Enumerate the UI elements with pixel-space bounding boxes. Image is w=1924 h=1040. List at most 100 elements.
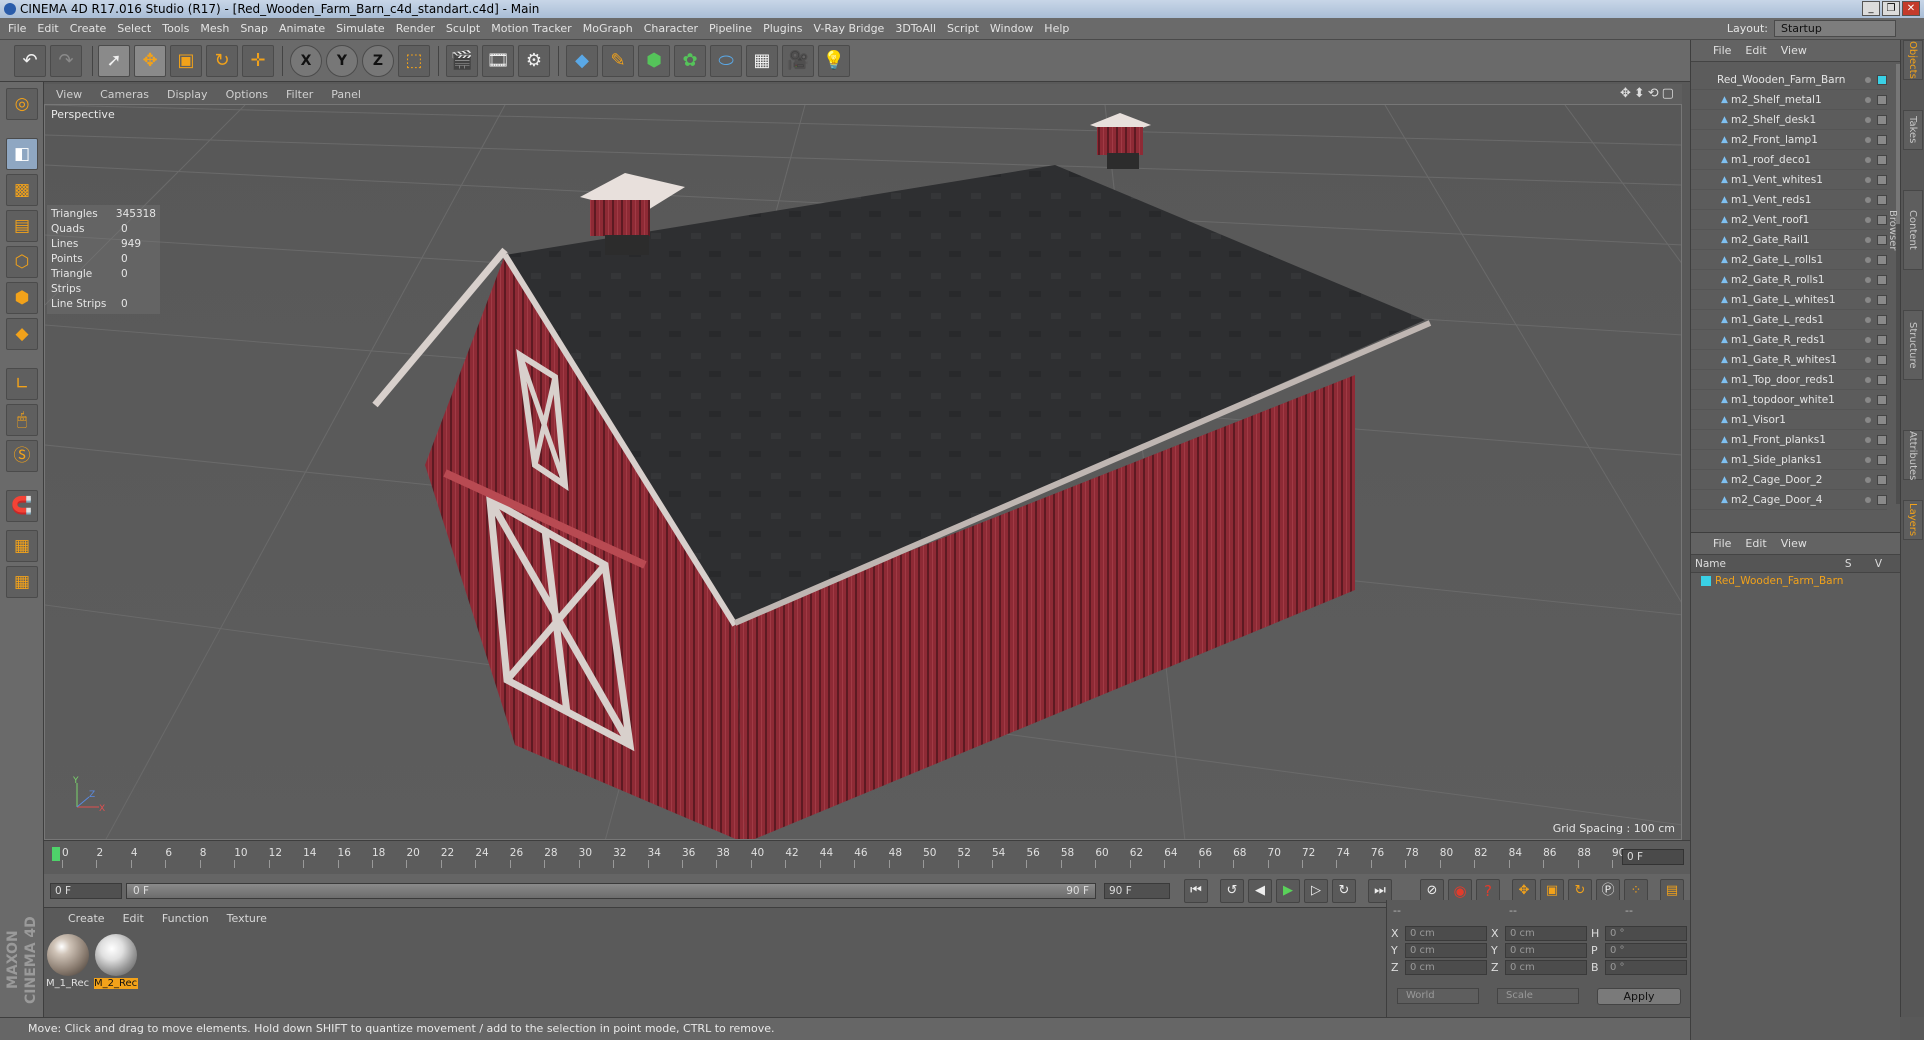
layout-dropdown[interactable]: Startup [1774, 20, 1896, 37]
material-menu-function[interactable]: Function [162, 912, 209, 925]
visibility-dot[interactable] [1865, 456, 1871, 463]
material-tag[interactable] [1877, 294, 1887, 305]
menu-create[interactable]: Create [70, 22, 107, 35]
material-tag[interactable] [1877, 454, 1887, 465]
object-row[interactable]: ▲ m1_Visor1 [1691, 410, 1887, 430]
layer-menu-view[interactable]: View [1781, 537, 1807, 550]
visibility-dot[interactable] [1865, 156, 1871, 163]
menu-v-ray-bridge[interactable]: V-Ray Bridge [813, 22, 884, 35]
end-frame-field[interactable]: 90 F [1104, 883, 1170, 899]
goto-prev-key-icon[interactable]: ↺ [1220, 879, 1244, 903]
restore-button[interactable]: ❐ [1882, 1, 1900, 16]
viewport-menu-display[interactable]: Display [167, 88, 208, 101]
material-tag[interactable] [1877, 254, 1887, 265]
side-tab-attributes[interactable]: Attributes [1903, 430, 1923, 480]
side-tab-layers[interactable]: Layers [1903, 500, 1923, 540]
viewport-menu-view[interactable]: View [56, 88, 82, 101]
menu-edit[interactable]: Edit [37, 22, 58, 35]
object-row[interactable]: ▲ m1_topdoor_white1 [1691, 390, 1887, 410]
material-tag[interactable] [1877, 134, 1887, 145]
perspective-viewport[interactable]: Perspective Triangles 345318 Quads 0 Lines 94… [44, 104, 1682, 840]
polygons-mode-icon[interactable]: ◆ [6, 318, 38, 350]
menu-sculpt[interactable]: Sculpt [446, 22, 480, 35]
material-tag[interactable] [1877, 394, 1887, 405]
camera-icon[interactable]: 🎥 [782, 45, 814, 77]
object-row[interactable]: ▲ m1_roof_deco1 [1691, 150, 1887, 170]
pen-spline-icon[interactable]: ✎ [602, 45, 634, 77]
menu-plugins[interactable]: Plugins [763, 22, 802, 35]
coord-value-field[interactable]: 0 ° [1605, 926, 1687, 941]
coord-value-field[interactable]: 0 cm [1505, 960, 1587, 975]
texture-mode-icon[interactable]: ▩ [6, 174, 38, 206]
undo-icon[interactable]: ↶ [14, 45, 46, 77]
rotate-tool-icon[interactable]: ↻ [206, 45, 238, 77]
material-tag[interactable] [1877, 494, 1887, 505]
cube-primitive-icon[interactable]: ◆ [566, 45, 598, 77]
viewport-menu-panel[interactable]: Panel [331, 88, 361, 101]
coord-value-field[interactable]: 0 cm [1505, 943, 1587, 958]
visibility-dot[interactable] [1865, 136, 1871, 143]
model-mode-icon[interactable]: ◧ [6, 138, 38, 170]
menu-tools[interactable]: Tools [162, 22, 189, 35]
visibility-dot[interactable] [1865, 236, 1871, 243]
preview-range-slider[interactable]: 0 F 90 F [126, 883, 1096, 899]
material-menu-create[interactable]: Create [68, 912, 105, 925]
cloner-icon[interactable]: ✿ [674, 45, 706, 77]
edges-mode-icon[interactable]: ⬢ [6, 282, 38, 314]
minimize-button[interactable]: _ [1862, 1, 1880, 16]
material-tag[interactable] [1877, 414, 1887, 425]
render-view-icon[interactable]: 🎬 [446, 45, 478, 77]
make-editable-icon[interactable]: ◎ [6, 88, 38, 120]
side-tab-takes[interactable]: Takes [1903, 110, 1923, 150]
visibility-dot[interactable] [1865, 336, 1871, 343]
timeline-ruler-bar[interactable]: 0 2 4 6 8 10 12 14 16 18 20 22 24 26 28 30 32 34 36 38 40 42 4… [44, 840, 1690, 874]
object-row[interactable]: ▲ m2_Shelf_metal1 [1691, 90, 1887, 110]
side-tab-objects[interactable]: Objects [1903, 40, 1923, 80]
coordinate-system-icon[interactable]: ⬚ [398, 45, 430, 77]
object-row[interactable]: ▲ m2_Gate_L_rolls1 [1691, 250, 1887, 270]
step-back-icon[interactable]: ◀ [1248, 879, 1272, 903]
viewport-menu-cameras[interactable]: Cameras [100, 88, 149, 101]
start-frame-field[interactable]: 0 F [50, 883, 122, 899]
redo-icon[interactable]: ↷ [50, 45, 82, 77]
menu-select[interactable]: Select [117, 22, 151, 35]
object-row-root[interactable]: Red_Wooden_Farm_Barn [1691, 70, 1887, 90]
x-axis-lock-button[interactable]: X [290, 45, 322, 77]
y-axis-lock-button[interactable]: Y [326, 45, 358, 77]
apply-button[interactable]: Apply [1597, 988, 1681, 1005]
visibility-dot[interactable] [1865, 276, 1871, 283]
coord-value-field[interactable]: 0 cm [1405, 926, 1487, 941]
object-row[interactable]: ▲ m2_Vent_roof1 [1691, 210, 1887, 230]
last-tool-icon[interactable]: ✛ [242, 45, 274, 77]
menu-mesh[interactable]: Mesh [200, 22, 229, 35]
scale-tool-icon[interactable]: ▣ [170, 45, 202, 77]
material-tag[interactable] [1877, 94, 1887, 105]
menu-window[interactable]: Window [990, 22, 1033, 35]
render-settings-icon[interactable]: ⚙ [518, 45, 550, 77]
points-mode-icon[interactable]: ⬡ [6, 246, 38, 278]
material-tag[interactable] [1877, 174, 1887, 185]
menu-mograph[interactable]: MoGraph [583, 22, 633, 35]
object-row[interactable]: ▲ m2_Cage_Door_4 [1691, 490, 1887, 510]
coord-system-dropdown[interactable]: World [1397, 988, 1479, 1004]
visibility-dot[interactable] [1865, 436, 1871, 443]
visibility-dot[interactable] [1865, 76, 1871, 83]
material-menu-edit[interactable]: Edit [123, 912, 144, 925]
object-row[interactable]: ▲ m2_Gate_Rail1 [1691, 230, 1887, 250]
play-forward-icon[interactable]: ▶ [1276, 879, 1300, 903]
floor-scene-icon[interactable]: ▦ [746, 45, 778, 77]
object-row[interactable]: ▲ m2_Shelf_desk1 [1691, 110, 1887, 130]
visibility-dot[interactable] [1865, 416, 1871, 423]
material-tag[interactable] [1877, 434, 1887, 445]
live-selection-icon[interactable]: ➚ [98, 45, 130, 77]
workplane-mode-icon[interactable]: ▤ [6, 210, 38, 242]
object-row[interactable]: ▲ m1_Side_planks1 [1691, 450, 1887, 470]
material-swatch[interactable]: M_1_Rec [46, 934, 90, 989]
visibility-dot[interactable] [1865, 476, 1871, 483]
visibility-dot[interactable] [1865, 356, 1871, 363]
material-tag[interactable] [1877, 114, 1887, 125]
tweak-mode-icon[interactable]: 🖱 [6, 404, 38, 436]
layer-row[interactable]: Red_Wooden_Farm_Barn [1701, 575, 1843, 587]
object-menu-view[interactable]: View [1781, 44, 1807, 57]
workplane-lock-icon[interactable]: ▦ [6, 530, 38, 562]
